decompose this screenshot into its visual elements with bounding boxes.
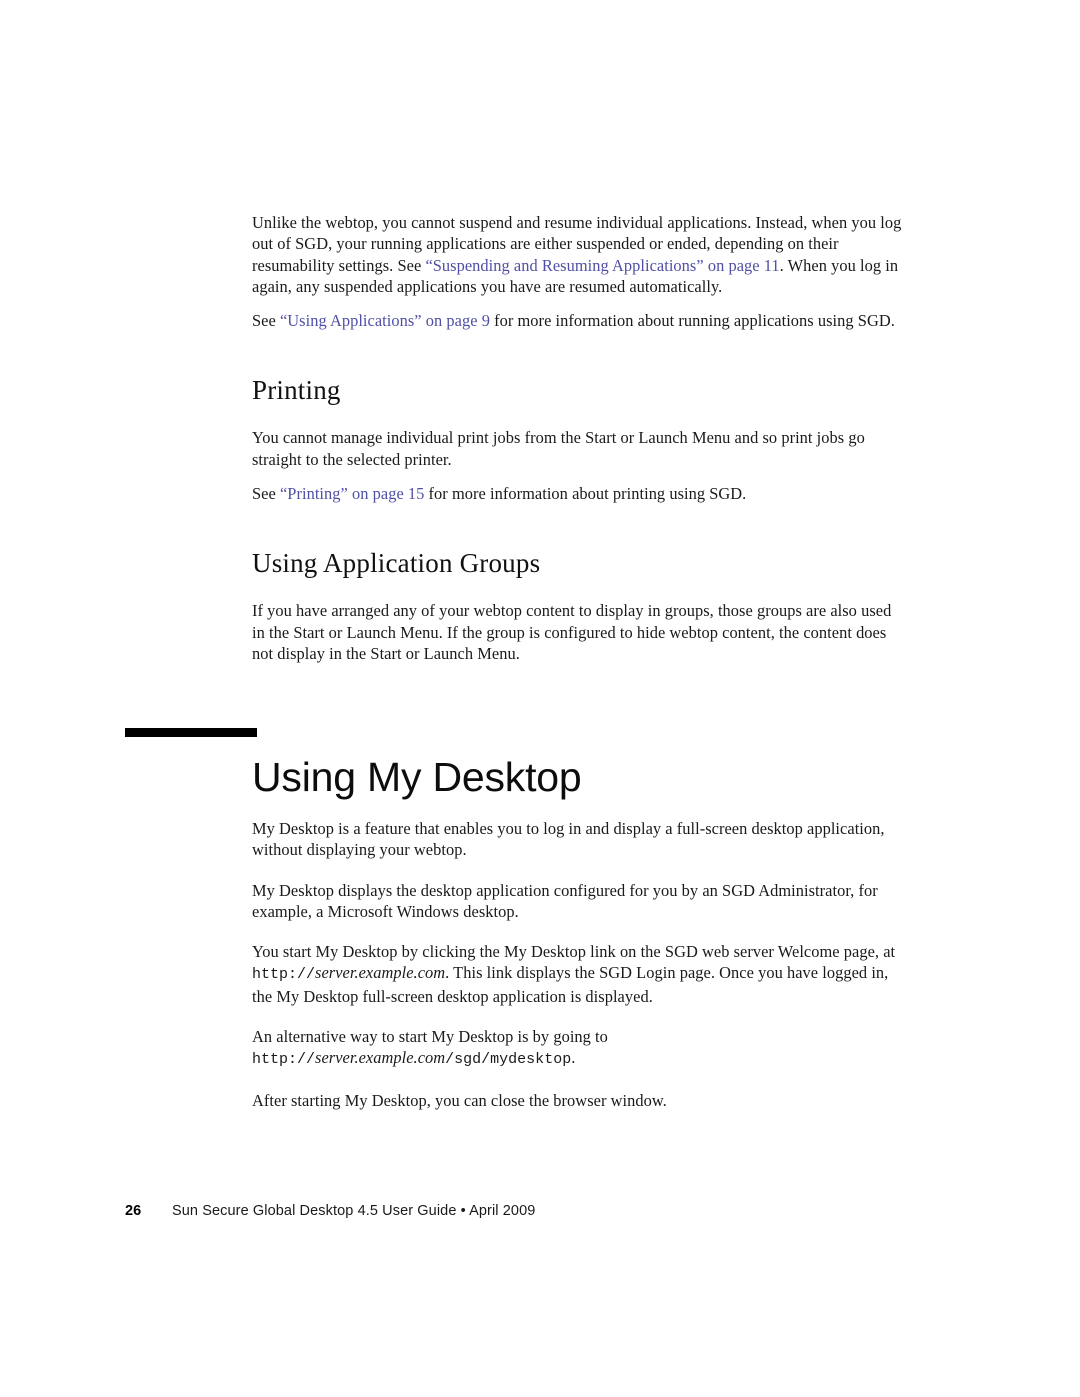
printing-paragraph-1: You cannot manage individual print jobs … — [252, 428, 865, 469]
my-desktop-paragraph-4-text-b: . — [571, 1048, 576, 1068]
chapter-title: Using My Desktop — [252, 754, 582, 800]
url-host-welcome-page: server.example.com — [315, 963, 446, 983]
section-heading-using-application-groups: Using Application Groups — [252, 548, 541, 579]
printing-paragraph-2-text-a: See — [252, 484, 280, 504]
printing-paragraph-2: See “Printing” on page 15 for more infor… — [252, 483, 904, 504]
intro-paragraph-2-text-a: See — [252, 311, 280, 331]
footer-page-number: 26 — [125, 1203, 142, 1219]
heading-gap — [252, 405, 904, 427]
upper-content-column: Unlike the webtop, you cannot suspend an… — [252, 212, 904, 664]
my-desktop-paragraph-5: After starting My Desktop, you can close… — [252, 1090, 667, 1110]
chapter-content-column: My Desktop is a feature that enables you… — [252, 818, 912, 1111]
xref-printing[interactable]: “Printing” on page 15 — [280, 484, 424, 503]
url-host-mydesktop: server.example.com — [315, 1048, 446, 1068]
url-scheme-welcome-page: http:// — [252, 966, 316, 984]
intro-paragraph-2-text-b: for more information about running appli… — [489, 311, 895, 331]
footer-document-title: Sun Secure Global Desktop 4.5 User Guide… — [172, 1203, 536, 1219]
chapter-divider-rule — [125, 728, 257, 737]
my-desktop-paragraph-2: My Desktop displays the desktop applicat… — [252, 880, 878, 921]
xref-using-applications[interactable]: “Using Applications” on page 9 — [280, 311, 490, 330]
page-footer: 26 Sun Secure Global Desktop 4.5 User Gu… — [125, 1203, 535, 1219]
document-page: Unlike the webtop, you cannot suspend an… — [0, 0, 1080, 1397]
printing-paragraph-2-text-b: for more information about printing usin… — [424, 484, 747, 504]
my-desktop-paragraph-1: My Desktop is a feature that enables you… — [252, 819, 885, 860]
my-desktop-paragraph-4: An alternative way to start My Desktop i… — [252, 1026, 912, 1071]
url-path-mydesktop: /sgd/mydesktop — [445, 1051, 572, 1069]
heading-gap — [252, 578, 904, 600]
xref-suspending-and-resuming-applications[interactable]: “Suspending and Resuming Applications” o… — [425, 256, 779, 275]
my-desktop-paragraph-4-text-a: An alternative way to start My Desktop i… — [252, 1027, 608, 1047]
heading-gap — [252, 504, 904, 548]
url-scheme-mydesktop: http:// — [252, 1051, 316, 1069]
intro-paragraph-1: Unlike the webtop, you cannot suspend an… — [252, 212, 904, 297]
intro-paragraph-2: See “Using Applications” on page 9 for m… — [252, 310, 904, 331]
my-desktop-paragraph-3-text-a: You start My Desktop by clicking the My … — [252, 942, 896, 962]
my-desktop-paragraph-3: You start My Desktop by clicking the My … — [252, 941, 912, 1007]
application-groups-paragraph-1: If you have arranged any of your webtop … — [252, 601, 892, 663]
heading-gap — [252, 331, 904, 375]
section-heading-printing: Printing — [252, 375, 341, 406]
